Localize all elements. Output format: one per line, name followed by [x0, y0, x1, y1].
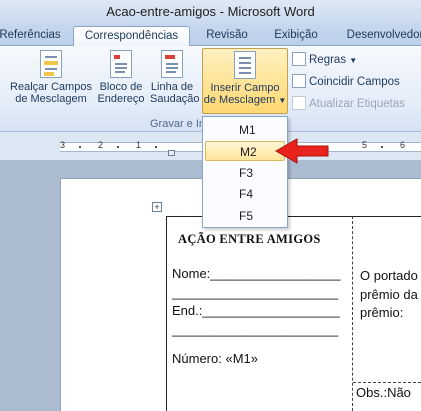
table-move-handle-icon[interactable]: +	[152, 202, 162, 212]
field-blank-line: _______________________	[172, 322, 339, 337]
indent-marker[interactable]	[168, 150, 175, 156]
ruler-number: 6	[400, 140, 406, 150]
ruler-tick	[155, 146, 157, 148]
greeting-line-button[interactable]: Linha de Saudação	[150, 50, 200, 105]
rules-label: Regras	[309, 54, 347, 66]
address-block-icon	[110, 50, 132, 78]
dropdown-item-m2[interactable]: M2	[205, 141, 285, 161]
ruler-tick	[117, 146, 119, 148]
button-label-line2-wrap: de Mesclagem ▼	[203, 94, 287, 107]
dropdown-item-m1[interactable]: M1	[205, 120, 285, 140]
button-label-line1: Linha de	[150, 81, 194, 93]
rules-button[interactable]: Regras ▼	[292, 52, 357, 70]
chevron-down-icon: ▼	[349, 56, 358, 65]
update-labels-label: Atualizar Etiquetas	[309, 98, 405, 110]
dropdown-item-f4[interactable]: F4	[205, 184, 285, 204]
chevron-down-icon: ▼	[278, 96, 287, 105]
right-text-line: prêmio da	[360, 287, 418, 302]
ruler-tick	[79, 146, 81, 148]
insert-merge-field-button[interactable]: Inserir Campo de Mesclagem ▼	[202, 48, 288, 114]
tab-exibicao[interactable]: Exibição	[268, 26, 324, 46]
highlight-merge-fields-button[interactable]: Realçar Campos de Mesclagem	[10, 50, 92, 105]
field-blank-line: _______________________	[172, 285, 339, 300]
button-label-line2: Saudação	[150, 93, 200, 105]
tab-revisao[interactable]: Revisão	[204, 26, 250, 46]
tab-referencias[interactable]: Referências	[0, 26, 64, 46]
ruler-number: 1	[136, 140, 142, 150]
obs-text: Obs.:Não	[356, 385, 411, 400]
merge-field-icon	[234, 51, 256, 79]
match-fields-icon	[292, 74, 306, 88]
red-arrow-icon	[275, 138, 329, 164]
ruler-tick	[381, 146, 383, 148]
button-label-line1: Inserir Campo	[210, 82, 280, 94]
rules-icon	[292, 52, 306, 66]
address-block-button[interactable]: Bloco de Endereço	[96, 50, 146, 105]
divider	[353, 382, 421, 383]
document-icon	[40, 50, 62, 78]
greeting-line-icon	[161, 50, 183, 78]
button-label-line1: Realçar Campos	[10, 81, 92, 93]
ruler-number: 3	[60, 140, 66, 150]
window-title: Acao-entre-amigos - Microsoft Word	[106, 4, 315, 19]
merge-field-dropdown: M1 M2 F3 F4 F5	[202, 116, 288, 228]
button-label-line1: Bloco de	[99, 81, 143, 93]
ruler-number: 2	[98, 140, 104, 150]
ribbon-tabs: Referências Correspondências Revisão Exi…	[0, 24, 421, 47]
ruler-number: 5	[362, 140, 368, 150]
dropdown-item-f3[interactable]: F3	[205, 163, 285, 183]
tab-desenvolvedor[interactable]: Desenvolvedor	[340, 26, 421, 46]
button-label-line2: de Mesclagem	[15, 93, 87, 105]
ticket-title: AÇÃO ENTRE AMIGOS	[178, 232, 321, 246]
tab-correspondencias[interactable]: Correspondências	[73, 26, 190, 47]
button-label-line2: de Mesclagem	[203, 94, 276, 106]
title-bar: Acao-entre-amigos - Microsoft Word	[0, 0, 421, 24]
field-numero: Número: «M1»	[172, 351, 258, 366]
match-fields-button[interactable]: Coincidir Campos	[292, 74, 400, 92]
field-nome: Nome:__________________	[172, 266, 341, 281]
update-labels-icon	[292, 96, 306, 110]
dropdown-item-f5[interactable]: F5	[205, 206, 285, 226]
right-text-line: O portado	[360, 268, 418, 283]
field-endereco: End.:___________________	[172, 303, 340, 318]
ribbon-group-label: Gravar e In	[150, 118, 206, 130]
right-text-line: prêmio:	[360, 305, 404, 320]
match-fields-label: Coincidir Campos	[309, 76, 400, 88]
update-labels-button[interactable]: Atualizar Etiquetas	[292, 96, 405, 114]
button-label-line2: Endereço	[97, 93, 145, 105]
